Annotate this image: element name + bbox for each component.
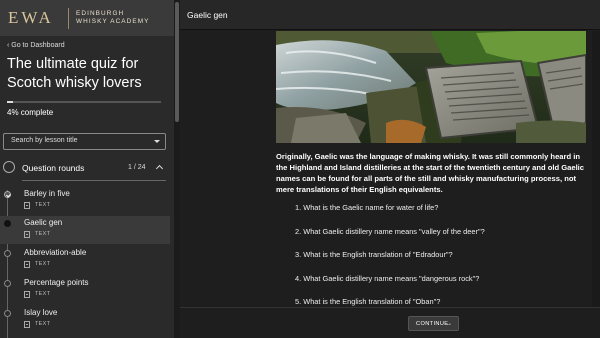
progress-bar-fill: [7, 101, 14, 103]
lesson-topbar: Gaelic gen: [180, 0, 600, 30]
lesson-title-header: Gaelic gen: [187, 10, 228, 20]
question-item: 2. What Gaelic distillery name means "va…: [295, 227, 585, 251]
question-item: 5. What is the English translation of "O…: [295, 297, 585, 307]
course-title: The ultimate quiz for Scotch whisky love…: [7, 56, 142, 91]
section-title: Question rounds: [22, 163, 85, 173]
hero-illustration: [276, 31, 586, 143]
lesson-intro-text: Originally, Gaelic was the language of m…: [276, 152, 585, 194]
question-text: What is the English translation of "Edra…: [303, 250, 453, 259]
lesson-title: Islay love: [24, 308, 58, 317]
lesson-check-icon: [4, 191, 11, 198]
continue-label: CONTINUE: [416, 321, 449, 327]
content-scrollbar[interactable]: [592, 31, 600, 307]
question-number: 3.: [295, 250, 304, 259]
continue-button[interactable]: CONTINUE →: [408, 316, 459, 331]
lesson-item-barley-in-five[interactable]: Barley in five TEXT: [0, 187, 170, 215]
brand-logo[interactable]: EWA: [8, 8, 54, 28]
section-progress-circle-icon: [3, 161, 15, 173]
progress-bar: [7, 101, 161, 103]
question-number: 1.: [295, 203, 304, 212]
document-icon: [24, 291, 30, 298]
question-number: 4.: [295, 273, 304, 283]
document-icon: [24, 231, 30, 238]
lesson-type: TEXT: [35, 261, 51, 267]
sidebar-scrollbar-thumb[interactable]: [175, 2, 179, 122]
question-item: 1. What is the Gaelic name for water of …: [295, 203, 585, 227]
document-icon: [24, 202, 30, 209]
chevron-up-icon[interactable]: [155, 164, 164, 173]
section-count: 1 / 24: [128, 164, 146, 171]
lesson-status-dot-icon: [4, 250, 11, 257]
lesson-type: TEXT: [35, 291, 51, 297]
lesson-item-islay-love[interactable]: Islay love TEXT: [0, 306, 170, 334]
lesson-type: TEXT: [35, 231, 51, 237]
progress-text: 4% complete: [7, 108, 54, 117]
question-text: What is the English translation of "Oban…: [303, 297, 441, 306]
brand-name-line2: WHISKY ACADEMY: [76, 18, 150, 25]
lesson-status-dot-icon: [4, 280, 11, 287]
sidebar: EWA EDINBURGH WHISKY ACADEMY ‹ Go to Das…: [0, 0, 174, 338]
lesson-title: Barley in five: [24, 189, 70, 198]
question-list: 1. What is the Gaelic name for water of …: [295, 203, 585, 307]
lesson-title: Abbreviation-able: [24, 248, 87, 257]
lesson-content: Originally, Gaelic was the language of m…: [180, 31, 600, 307]
lesson-type: TEXT: [35, 202, 51, 208]
lesson-item-abbreviation-able[interactable]: Abbreviation-able TEXT: [0, 246, 170, 274]
lesson-item-percentage-points[interactable]: Percentage points TEXT: [0, 276, 170, 304]
lesson-title: Percentage points: [24, 278, 89, 287]
question-text: What Gaelic distillery name means "valle…: [303, 226, 485, 236]
lesson-status-dot-icon: [4, 310, 11, 317]
lesson-main: Gaelic gen Originally, Gaelic was the la…: [180, 0, 600, 338]
lesson-status-dot-icon: [4, 220, 11, 227]
section-header-question-rounds[interactable]: Question rounds 1 / 24: [0, 158, 174, 180]
section-divider: [22, 180, 166, 181]
document-icon: [24, 261, 30, 268]
lesson-footer: CONTINUE →: [180, 307, 600, 338]
lesson-search-select[interactable]: Search by lesson title: [3, 133, 166, 150]
brand-divider: [68, 8, 69, 29]
question-number: 2.: [295, 226, 304, 236]
question-text: What Gaelic distillery name means "dange…: [303, 273, 480, 283]
brand-name: EDINBURGH WHISKY ACADEMY: [76, 10, 150, 26]
caret-down-icon: [154, 140, 160, 143]
question-item: 4. What Gaelic distillery name means "da…: [295, 274, 585, 298]
question-number: 5.: [295, 297, 304, 306]
question-item: 3. What is the English translation of "E…: [295, 250, 585, 274]
lesson-item-gaelic-gen[interactable]: Gaelic gen TEXT: [0, 216, 170, 244]
question-text: What is the Gaelic name for water of lif…: [303, 203, 439, 212]
brand-name-line1: EDINBURGH: [76, 10, 125, 17]
arrow-right-icon: →: [446, 321, 453, 327]
brand-header: EWA EDINBURGH WHISKY ACADEMY: [0, 0, 174, 36]
lesson-title: Gaelic gen: [24, 218, 63, 227]
document-icon: [24, 321, 30, 328]
lesson-type: TEXT: [35, 321, 51, 327]
stream-and-stone-plaque-image: [276, 31, 586, 143]
lesson-search-label: Search by lesson title: [11, 137, 78, 144]
go-to-dashboard-link[interactable]: ‹ Go to Dashboard: [7, 42, 65, 49]
